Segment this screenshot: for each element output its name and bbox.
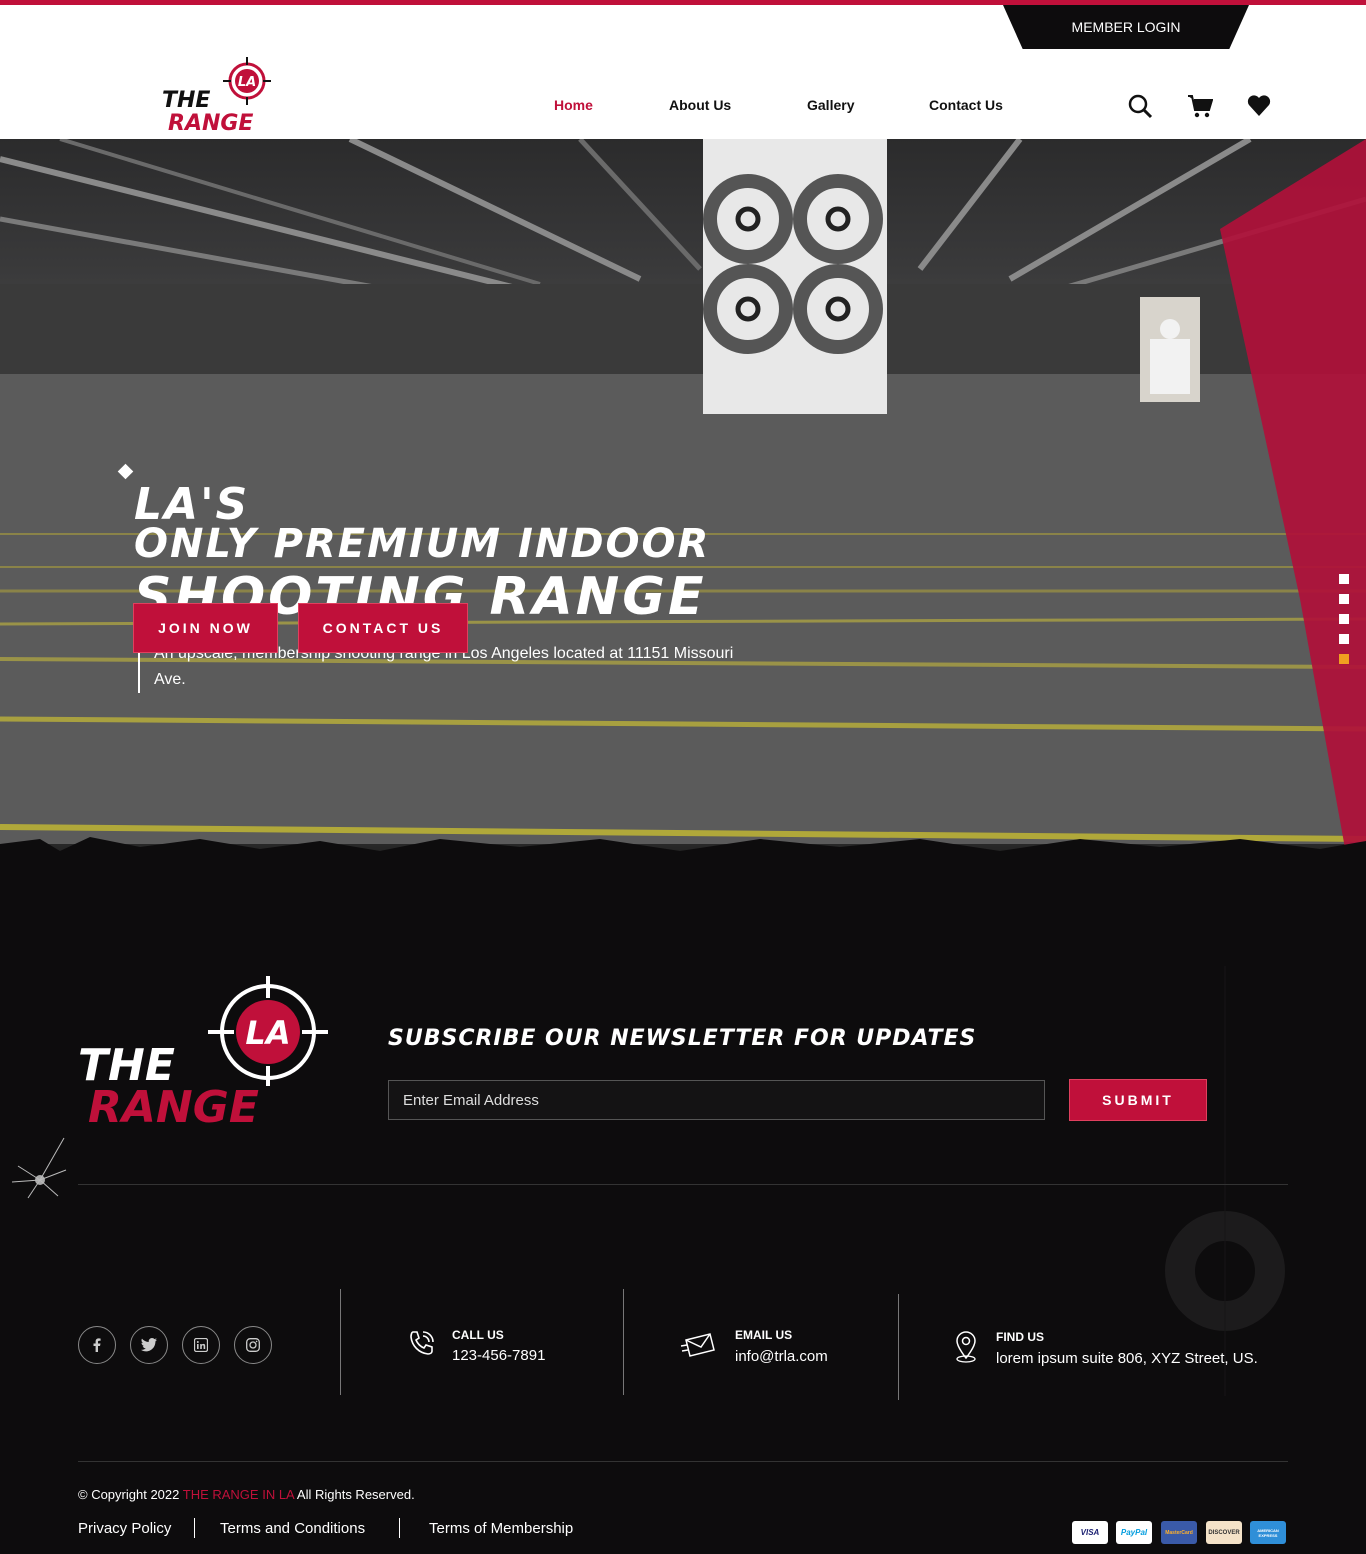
member-login-button[interactable]: MEMBER LOGIN	[1003, 5, 1249, 49]
slider-dots	[1339, 574, 1349, 674]
footer-logo[interactable]: LA THE RANGE	[76, 976, 336, 1126]
terms-of-membership-link[interactable]: Terms of Membership	[429, 1520, 573, 1537]
slider-dot-2[interactable]	[1339, 594, 1349, 604]
privacy-policy-link[interactable]: Privacy Policy	[78, 1520, 171, 1537]
crosshair-decoration	[1165, 966, 1285, 1396]
call-us-value[interactable]: 123-456-7891	[452, 1347, 545, 1364]
logo-line1: THE	[162, 88, 210, 113]
slider-dot-5[interactable]	[1339, 654, 1349, 664]
copyright-suffix: All Rights Reserved.	[296, 1487, 415, 1502]
nav-about-us[interactable]: About Us	[669, 97, 731, 113]
nav-contact-us[interactable]: Contact Us	[929, 97, 1003, 113]
contact-separator-1	[340, 1289, 341, 1395]
location-pin-icon	[956, 1331, 976, 1363]
email-us-label: EMAIL US	[735, 1328, 793, 1342]
facebook-icon[interactable]	[78, 1326, 116, 1364]
footer-logo-badge-text: LA	[245, 1014, 290, 1052]
envelope-icon	[680, 1333, 715, 1357]
join-now-button[interactable]: JOIN NOW	[133, 603, 278, 653]
search-icon[interactable]	[1127, 93, 1153, 119]
newsletter-title: SUBSCRIBE OUR NEWSLETTER FOR UPDATES	[388, 1026, 977, 1051]
cart-icon[interactable]	[1187, 93, 1213, 119]
nav-gallery[interactable]: Gallery	[807, 97, 854, 113]
copyright-brand[interactable]: THE RANGE IN LA	[183, 1487, 294, 1502]
logo-line2: RANGE	[168, 111, 253, 135]
contact-separator-3	[898, 1294, 899, 1400]
copyright-prefix: © Copyright 2022	[78, 1487, 180, 1502]
discover-card-icon: DISCOVER	[1206, 1521, 1242, 1544]
contact-separator-2	[623, 1289, 624, 1395]
copyright-text: © Copyright 2022 THE RANGE IN LA All Rig…	[78, 1487, 415, 1502]
terms-and-conditions-link[interactable]: Terms and Conditions	[220, 1520, 365, 1537]
hero-banner: LA'S ONLY PREMIUM INDOOR SHOOTING RANGE …	[0, 139, 1366, 876]
newsletter-email-input[interactable]	[388, 1080, 1045, 1120]
visa-card-icon: VISA	[1072, 1521, 1108, 1544]
site-header: MEMBER LOGIN LA THE RANGE Home About Us …	[0, 5, 1366, 139]
linkedin-icon[interactable]	[182, 1326, 220, 1364]
link-separator	[194, 1518, 195, 1538]
footer-divider-bottom	[78, 1461, 1288, 1462]
mastercard-card-icon: MasterCard	[1161, 1521, 1197, 1544]
slider-dot-3[interactable]	[1339, 614, 1349, 624]
find-us-value: lorem ipsum suite 806, XYZ Street, US.	[996, 1350, 1258, 1367]
contact-us-button[interactable]: CONTACT US	[298, 603, 468, 653]
site-logo[interactable]: LA THE RANGE	[160, 55, 280, 135]
hero-title-line2: ONLY PREMIUM INDOOR	[134, 521, 711, 567]
nav-home[interactable]: Home	[554, 97, 593, 113]
logo-badge-text: LA	[238, 75, 256, 90]
footer-logo-line2: RANGE	[88, 1082, 259, 1126]
find-us-label: FIND US	[996, 1330, 1044, 1344]
amex-card-icon: AMERICAN EXPRESS	[1250, 1521, 1286, 1544]
bullet-hole-decoration	[11, 1137, 67, 1199]
footer-divider-top	[78, 1184, 1288, 1185]
site-footer: LA THE RANGE SUBSCRIBE OUR NEWSLETTER FO…	[0, 876, 1366, 1554]
instagram-icon[interactable]	[234, 1326, 272, 1364]
phone-icon	[410, 1331, 434, 1355]
slider-dot-4[interactable]	[1339, 634, 1349, 644]
link-separator	[399, 1518, 400, 1538]
email-us-value[interactable]: info@trla.com	[735, 1348, 828, 1365]
paypal-card-icon: PayPal	[1116, 1521, 1152, 1544]
newsletter-submit-button[interactable]: SUBMIT	[1069, 1079, 1207, 1121]
slider-dot-1[interactable]	[1339, 574, 1349, 584]
twitter-icon[interactable]	[130, 1326, 168, 1364]
call-us-label: CALL US	[452, 1328, 504, 1342]
heart-icon[interactable]	[1246, 93, 1272, 119]
